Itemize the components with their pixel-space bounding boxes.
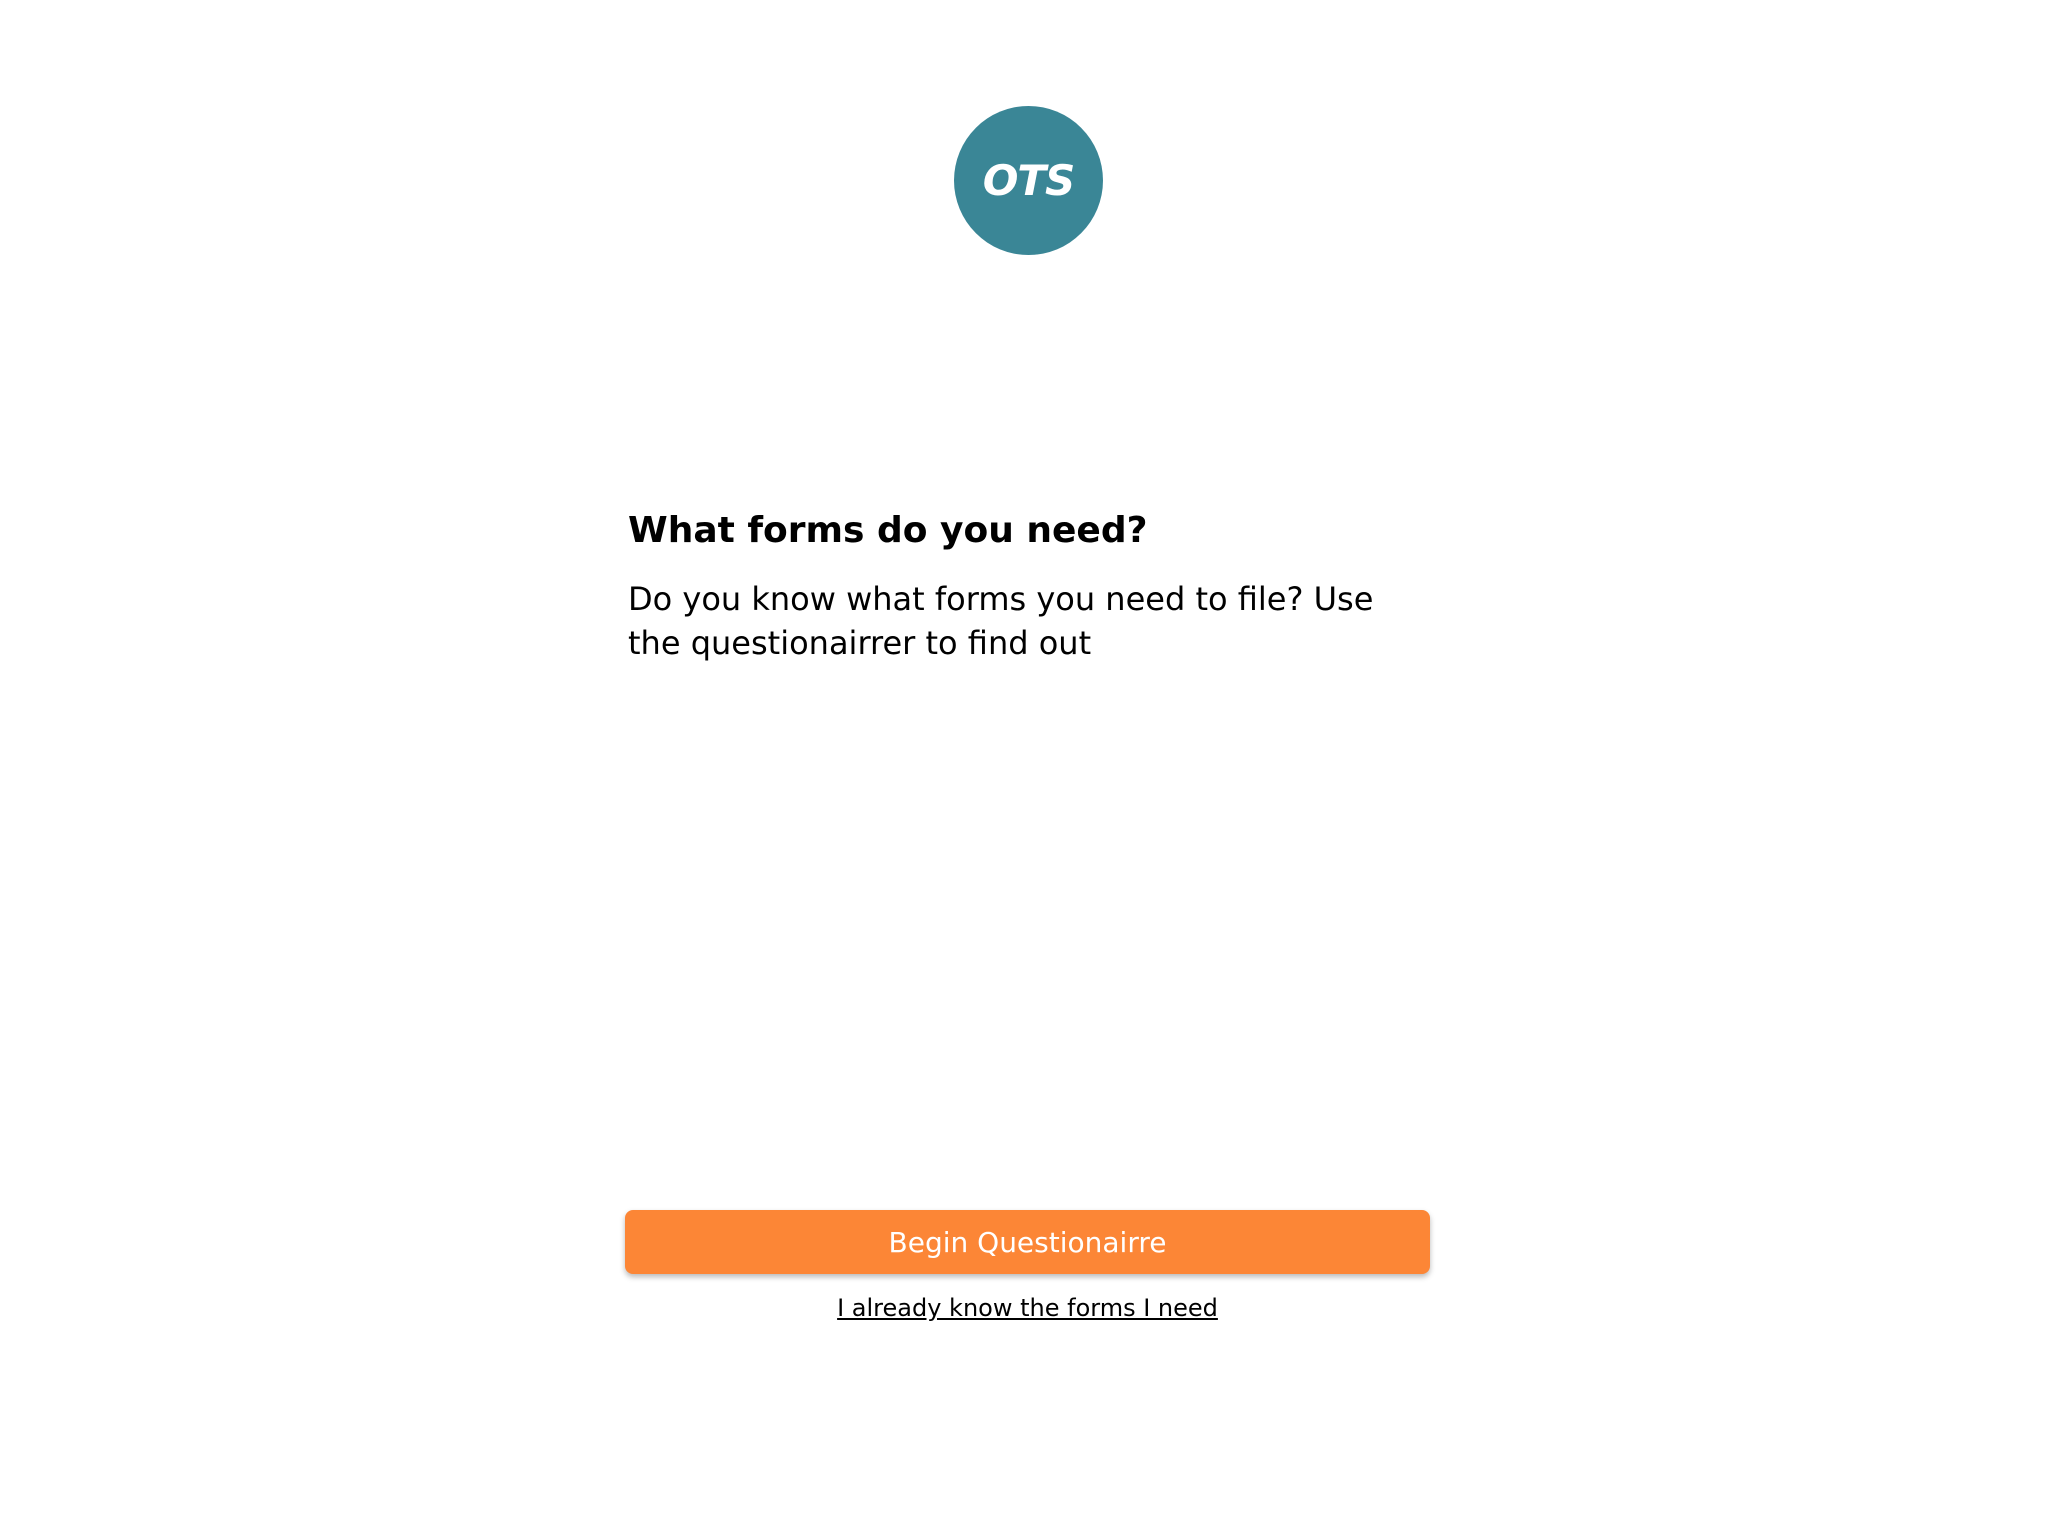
page-description: Do you know what forms you need to file?…	[628, 580, 1374, 662]
page-title: What forms do you need?	[628, 510, 1148, 551]
already-know-forms-link[interactable]: I already know the forms I need	[625, 1290, 1430, 1326]
begin-questionnaire-button[interactable]: Begin Questionairre	[625, 1210, 1430, 1274]
page: OTS What forms do you need? Do you know …	[0, 0, 2048, 1536]
logo-text: OTS	[982, 156, 1076, 205]
intro-section: What forms do you need? Do you know what…	[628, 505, 1428, 665]
ots-logo: OTS	[954, 106, 1103, 255]
